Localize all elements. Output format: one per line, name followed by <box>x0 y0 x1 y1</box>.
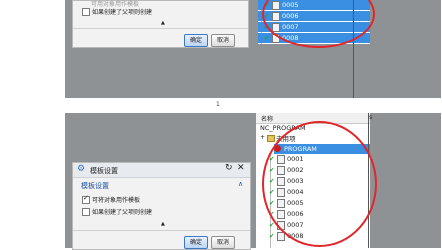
folder-icon <box>267 135 275 142</box>
create-if-parent-label: 如果创建了父项则创建 <box>92 9 153 16</box>
collapse-arrow-icon[interactable]: ▲ <box>161 20 165 26</box>
use-as-template-label: 可将对象用作模板 <box>92 197 141 204</box>
section-header[interactable]: 模板设置 <box>81 181 109 191</box>
create-if-parent-checkbox[interactable] <box>82 8 90 16</box>
template-settings-dialog: ⚙ 模板设置 ↻ ✕ 模板设置 ∧ 可将对象用作模板 如果创建了父项则创建 ▲ … <box>72 162 251 250</box>
use-as-template-checkbox[interactable] <box>82 194 90 204</box>
name-column-header[interactable]: 名称 <box>261 114 273 123</box>
collapse-section-icon[interactable]: ∧ <box>238 180 243 188</box>
ok-button[interactable]: 确定 <box>184 236 208 249</box>
create-if-parent-label: 如果创建了父项则创建 <box>92 209 153 216</box>
expand-icon[interactable]: + <box>260 134 265 141</box>
complete-check-icon: ✔ <box>264 34 270 42</box>
dialog-titlebar: ⚙ 模板设置 ↻ ✕ <box>73 163 250 178</box>
complete-check-icon: ✔ <box>269 232 275 240</box>
top-template-dialog: 可用对象用作模板 如果创建了父项则创建 ▲ 确定 取消 <box>72 0 249 48</box>
page-number: 1 <box>216 101 220 108</box>
dialog-title: 模板设置 <box>90 167 118 175</box>
reset-icon[interactable]: ↻ <box>225 163 233 173</box>
cancel-button[interactable]: 取消 <box>211 34 235 47</box>
cancel-button[interactable]: 取消 <box>211 236 235 249</box>
dialog-divider <box>73 28 248 29</box>
column-header-s: s <box>369 114 373 121</box>
dialog-divider <box>73 230 250 231</box>
ok-button[interactable]: 确定 <box>184 34 208 47</box>
settings-gear-icon: ⚙ <box>77 164 86 174</box>
close-icon[interactable]: ✕ <box>237 163 245 173</box>
create-if-parent-checkbox[interactable] <box>82 208 90 216</box>
expand-more-icon[interactable]: ▲ <box>161 221 165 227</box>
bottom-highlight-circle <box>262 121 377 247</box>
